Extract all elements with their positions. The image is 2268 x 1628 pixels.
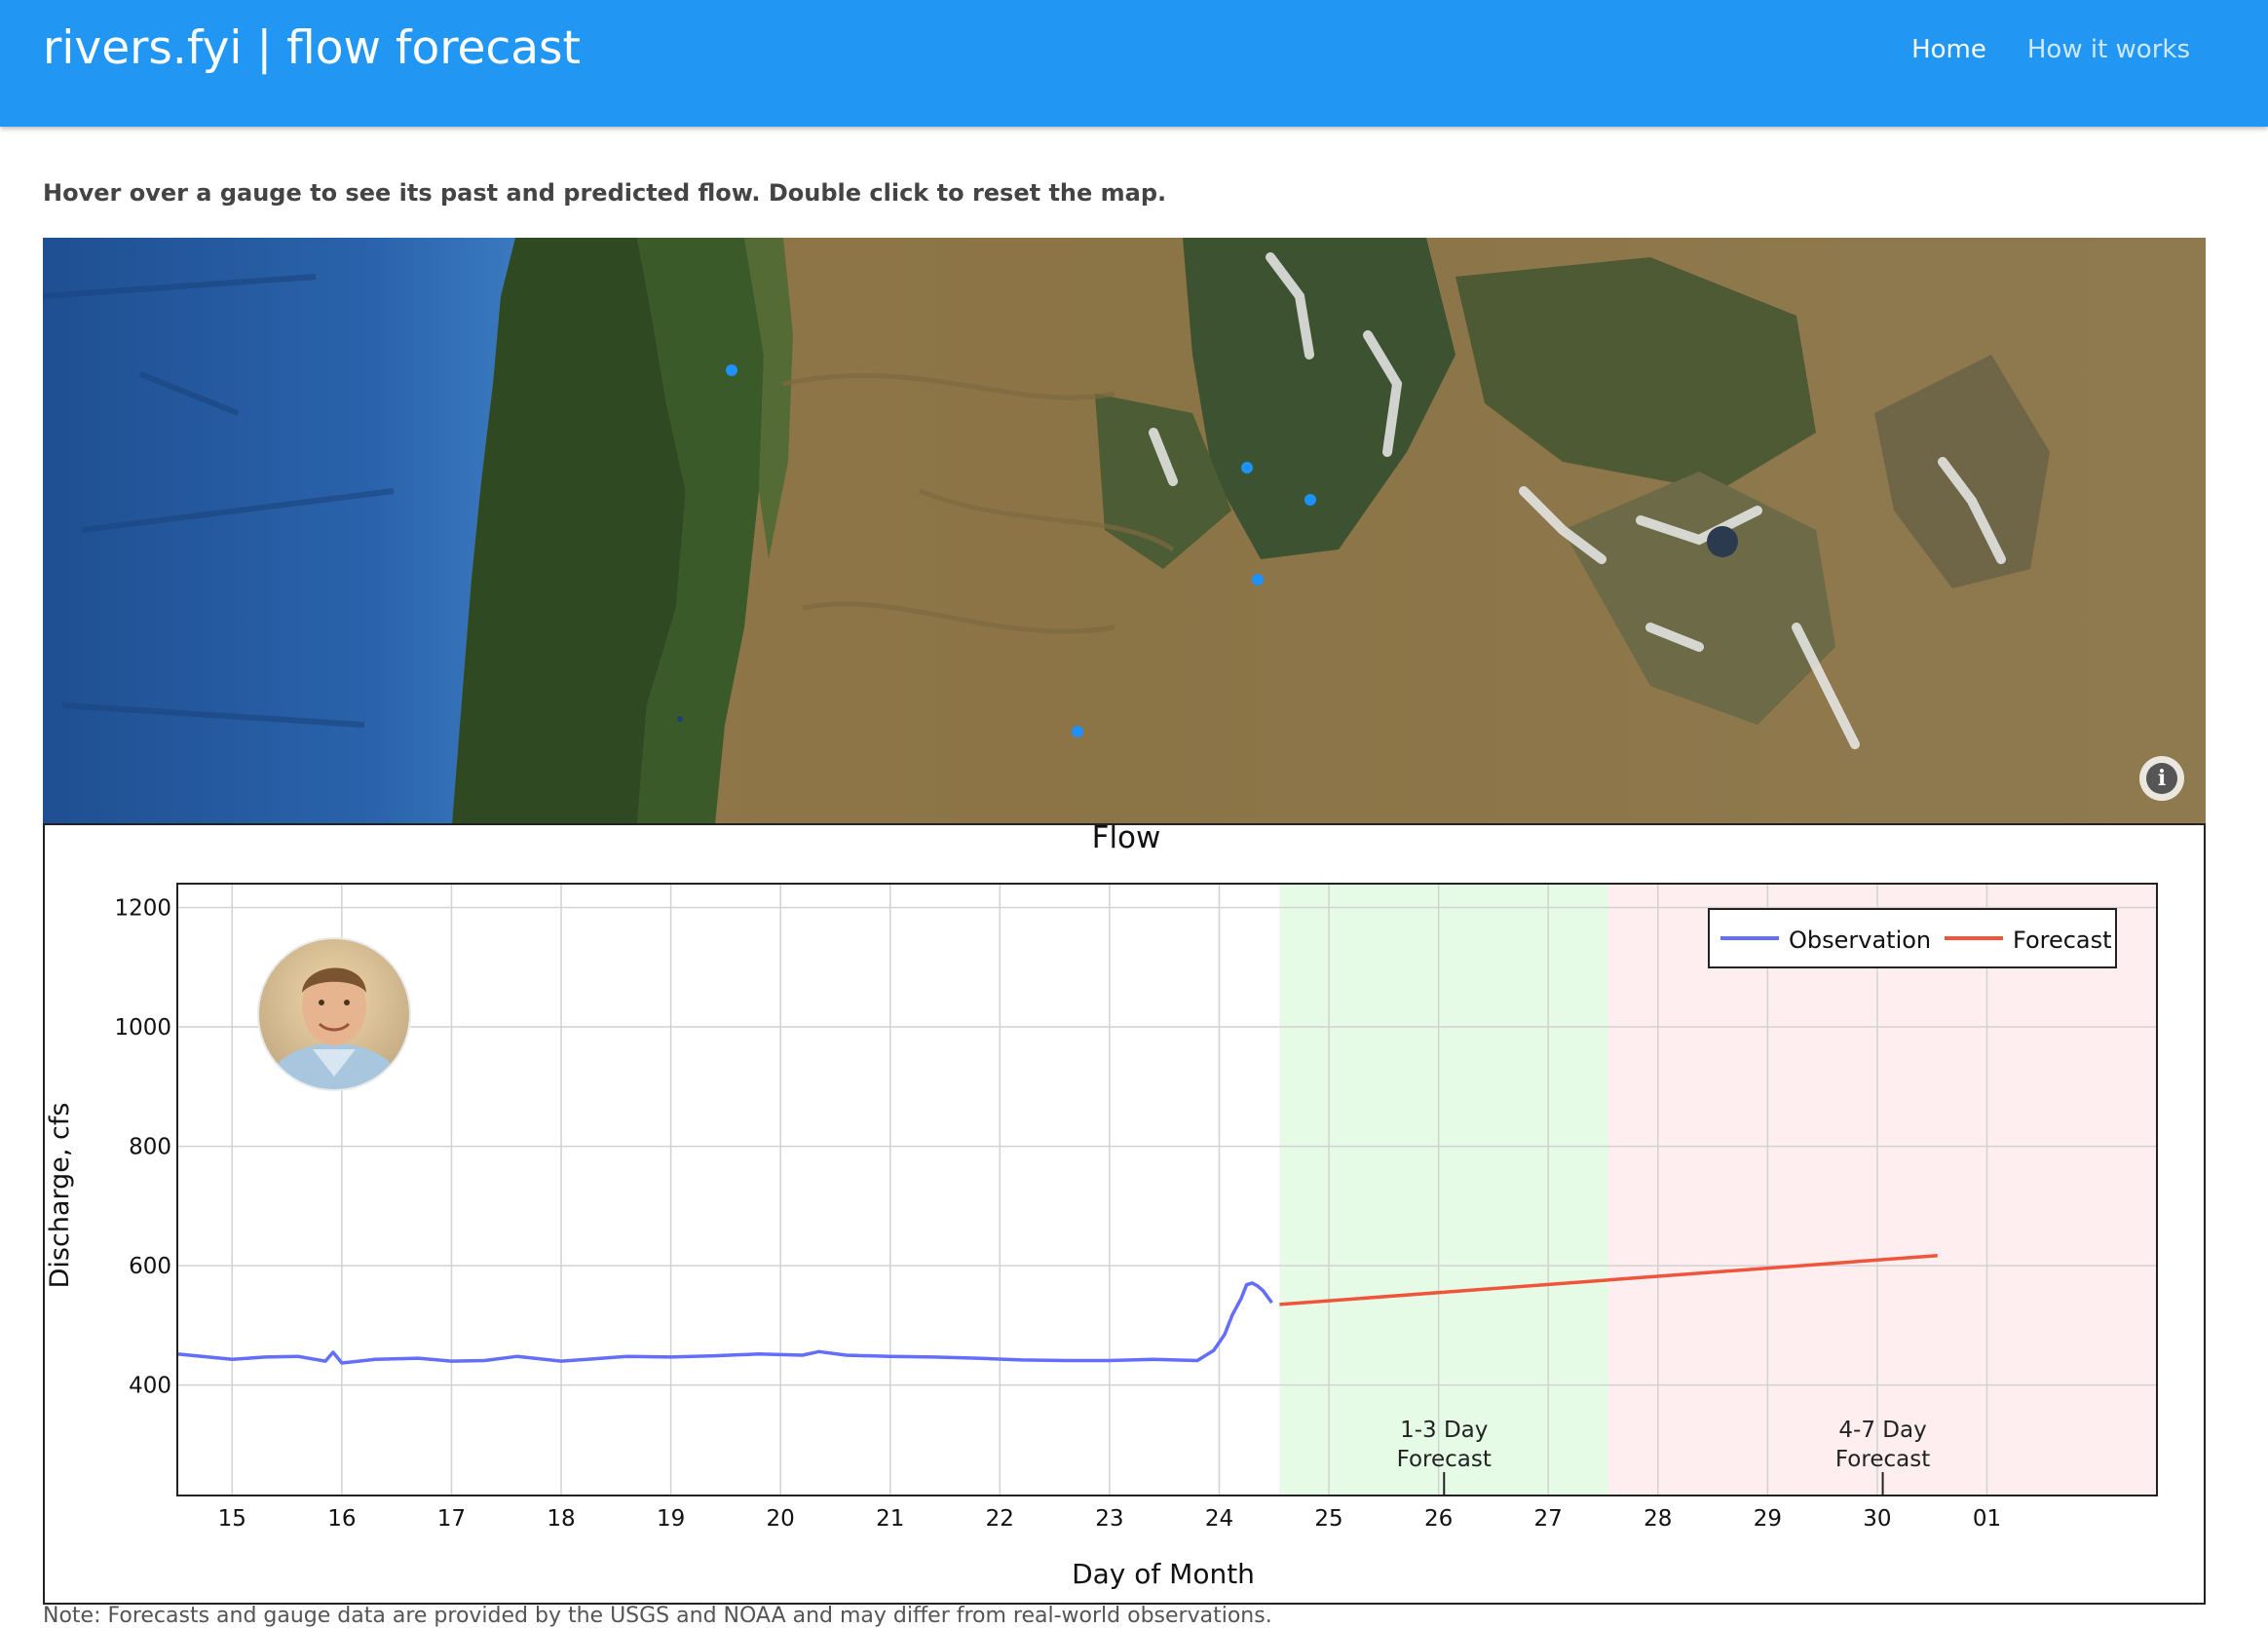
nav-links: Home How it works	[1911, 35, 2190, 64]
x-tick-label: 24	[1205, 1506, 1233, 1532]
y-tick-label: 600	[129, 1254, 171, 1279]
map-info-button[interactable]: i	[2139, 756, 2184, 801]
forecast-bands	[1279, 884, 2157, 1495]
x-tick-label: 19	[657, 1506, 685, 1532]
y-axis-title: Discharge, cfs	[45, 1103, 75, 1289]
flow-chart-panel: 1-3 Day Forecast 4-7 Day Forecast 15 16 17 18 1…	[43, 823, 2206, 1605]
x-tick-label: 21	[876, 1506, 904, 1532]
y-tick-label: 1000	[114, 1015, 171, 1041]
x-tick-labels: 15 16 17 18 19 20 21 22 23 24 25 26 27 28 29 30 01	[218, 1506, 2002, 1532]
x-tick-label: 22	[986, 1506, 1014, 1532]
x-tick-label: 27	[1534, 1506, 1563, 1532]
x-tick-label: 23	[1095, 1506, 1123, 1532]
chart-legend: Observation Forecast	[1708, 908, 2117, 968]
gauge-dot[interactable]	[1072, 726, 1083, 738]
gauge-dot[interactable]	[726, 364, 737, 376]
x-tick-label: 29	[1754, 1506, 1782, 1532]
legend-observation-label: Observation	[1789, 927, 1931, 954]
footer-note: Note: Forecasts and gauge data are provi…	[43, 1604, 1272, 1628]
author-avatar	[257, 937, 411, 1091]
chart-title: Flow	[1092, 825, 1161, 855]
forecast-band	[1608, 884, 2157, 1495]
satellite-map[interactable]: i	[43, 238, 2206, 824]
y-tick-label: 1200	[114, 896, 171, 922]
x-tick-label: 25	[1314, 1506, 1342, 1532]
x-tick-label: 26	[1424, 1506, 1453, 1532]
pacific-ocean	[43, 238, 515, 824]
x-tick-label: 01	[1973, 1506, 2001, 1532]
legend-forecast-label: Forecast	[2013, 927, 2112, 954]
x-axis-title: Day of Month	[1072, 1558, 1255, 1590]
top-navbar: rivers.fyi | flow forecast Home How it w…	[0, 0, 2268, 127]
map-imagery	[43, 238, 2206, 824]
x-tick-label: 17	[437, 1506, 466, 1532]
gauge-dot[interactable]	[1304, 494, 1316, 506]
gauge-dot[interactable]	[1252, 574, 1264, 586]
nav-how-it-works-link[interactable]: How it works	[2027, 35, 2190, 64]
x-tick-label: 20	[767, 1506, 795, 1532]
nav-home-link[interactable]: Home	[1911, 35, 1986, 64]
x-tick-label: 30	[1863, 1506, 1891, 1532]
y-tick-label: 800	[129, 1135, 171, 1160]
map-instructions: Hover over a gauge to see its past and p…	[43, 179, 1167, 207]
flow-chart[interactable]: 1-3 Day Forecast4-7 Day Forecast 15 16 17 18 1…	[45, 825, 2208, 1605]
x-tick-label: 18	[547, 1506, 575, 1532]
y-tick-labels: 400 600 800 1000 1200	[114, 896, 171, 1399]
x-tick-label: 15	[218, 1506, 246, 1532]
gauge-dot[interactable]	[677, 716, 683, 722]
gauge-dot[interactable]	[1241, 462, 1253, 473]
yellowstone-lake	[1707, 526, 1738, 557]
brand-title[interactable]: rivers.fyi | flow forecast	[43, 21, 581, 75]
x-tick-label: 28	[1644, 1506, 1672, 1532]
x-tick-label: 16	[327, 1506, 356, 1532]
info-icon: i	[2146, 763, 2177, 794]
y-tick-label: 400	[129, 1374, 171, 1399]
